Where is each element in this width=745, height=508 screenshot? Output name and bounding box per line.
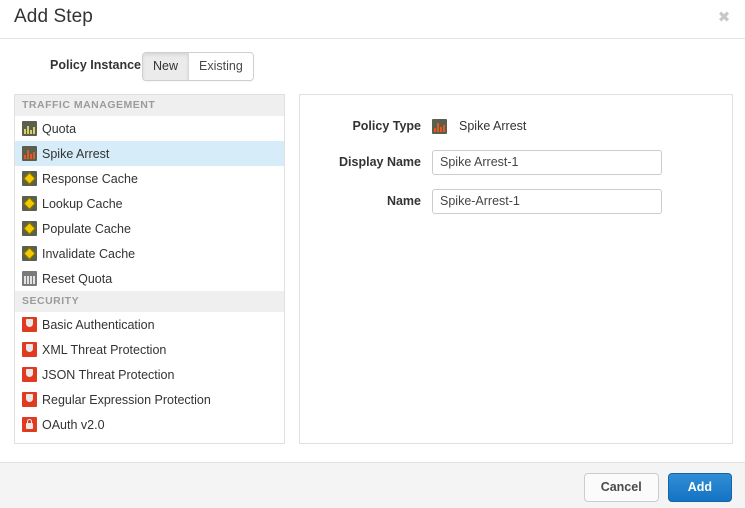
- display-name-row: Display Name: [300, 149, 732, 175]
- policy-item-quota[interactable]: Quota: [15, 116, 284, 141]
- policy-list[interactable]: TRAFFIC MANAGEMENT Quota Spike Arrest Re…: [14, 94, 285, 444]
- bar-chart-olive-icon: [22, 121, 37, 136]
- display-name-input[interactable]: [432, 150, 662, 175]
- policy-item-label: Invalidate Cache: [42, 247, 135, 261]
- policy-item-spike-arrest[interactable]: Spike Arrest: [15, 141, 284, 166]
- cache-diamond-icon: [22, 246, 37, 261]
- policy-item-label: OAuth v2.0: [42, 418, 105, 432]
- policy-item-label: Regular Expression Protection: [42, 393, 211, 407]
- policy-item-json-threat-protection[interactable]: JSON Threat Protection: [15, 362, 284, 387]
- shield-icon: [22, 392, 37, 407]
- policy-item-reset-quota[interactable]: Reset Quota: [15, 266, 284, 291]
- footer-buttons: Cancel Add: [584, 473, 732, 502]
- policy-item-populate-cache[interactable]: Populate Cache: [15, 216, 284, 241]
- bar-chart-spike-icon: [22, 146, 37, 161]
- policy-instance-new-button[interactable]: New: [143, 53, 188, 80]
- dialog-footer: Cancel Add: [0, 462, 745, 508]
- policy-item-label: Lookup Cache: [42, 197, 123, 211]
- policy-item-label: Spike Arrest: [42, 147, 109, 161]
- policy-item-label: Populate Cache: [42, 222, 131, 236]
- policy-type-value: Spike Arrest: [432, 119, 526, 134]
- name-label: Name: [300, 194, 432, 208]
- policy-item-invalidate-cache[interactable]: Invalidate Cache: [15, 241, 284, 266]
- name-input[interactable]: [432, 189, 662, 214]
- bar-chart-spike-icon: [432, 119, 447, 134]
- shield-icon: [22, 367, 37, 382]
- cancel-button[interactable]: Cancel: [584, 473, 659, 502]
- lock-icon: [22, 417, 37, 432]
- policy-instance-existing-button[interactable]: Existing: [188, 53, 253, 80]
- policy-item-response-cache[interactable]: Response Cache: [15, 166, 284, 191]
- dialog-header: Add Step ✖: [0, 0, 745, 39]
- policy-instance-label: Policy Instance: [50, 58, 141, 72]
- name-row: Name: [300, 188, 732, 214]
- policy-type-label: Policy Type: [300, 119, 432, 133]
- policy-item-oauth-v2[interactable]: OAuth v2.0: [15, 412, 284, 437]
- add-step-dialog: Add Step ✖ Policy Instance New Existing …: [0, 0, 745, 508]
- policy-detail-panel: Policy Type Spike Arrest Display Name Na…: [299, 94, 733, 444]
- policy-item-label: JSON Threat Protection: [42, 368, 174, 382]
- close-icon[interactable]: ✖: [715, 9, 733, 27]
- policy-instance-toggle-group[interactable]: New Existing: [142, 52, 254, 81]
- dialog-body: TRAFFIC MANAGEMENT Quota Spike Arrest Re…: [14, 94, 733, 444]
- display-name-label: Display Name: [300, 155, 432, 169]
- policy-item-label: XML Threat Protection: [42, 343, 166, 357]
- policy-item-basic-authentication[interactable]: Basic Authentication: [15, 312, 284, 337]
- bar-chart-gray-icon: [22, 271, 37, 286]
- policy-item-label: Quota: [42, 122, 76, 136]
- cache-diamond-icon: [22, 196, 37, 211]
- shield-icon: [22, 342, 37, 357]
- policy-item-label: Response Cache: [42, 172, 138, 186]
- cache-diamond-icon: [22, 171, 37, 186]
- page-title: Add Step: [14, 6, 93, 28]
- shield-icon: [22, 317, 37, 332]
- policy-type-row: Policy Type Spike Arrest: [300, 116, 732, 136]
- policy-item-lookup-cache[interactable]: Lookup Cache: [15, 191, 284, 216]
- policy-item-label: Reset Quota: [42, 272, 112, 286]
- policy-item-regular-expression-protection[interactable]: Regular Expression Protection: [15, 387, 284, 412]
- policy-item-label: Basic Authentication: [42, 318, 155, 332]
- add-button[interactable]: Add: [668, 473, 732, 502]
- policy-type-name: Spike Arrest: [459, 119, 526, 133]
- policy-instance-row: Policy Instance New Existing: [0, 52, 745, 82]
- policy-item-xml-threat-protection[interactable]: XML Threat Protection: [15, 337, 284, 362]
- section-header-traffic-management: TRAFFIC MANAGEMENT: [15, 95, 284, 116]
- section-header-security: SECURITY: [15, 291, 284, 312]
- cache-diamond-icon: [22, 221, 37, 236]
